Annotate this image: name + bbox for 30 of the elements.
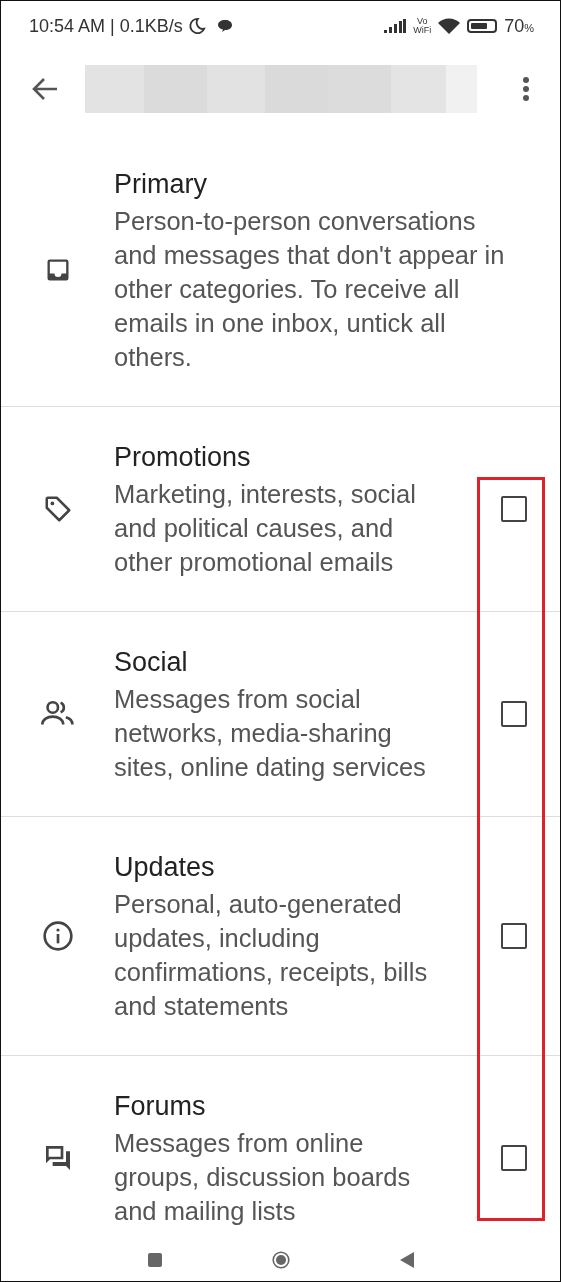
clock-time: 10:54 AM [29, 15, 106, 37]
checkbox[interactable] [501, 923, 527, 949]
checkbox[interactable] [501, 701, 527, 727]
home-button[interactable] [271, 1251, 290, 1269]
battery-percent: 70% [504, 15, 534, 37]
recents-button[interactable] [147, 1253, 162, 1267]
battery-icon [467, 19, 498, 33]
category-title: Social [114, 646, 189, 679]
category-description: Marketing, interests, social and political causes, and other promotional emails [114, 479, 417, 578]
moon-icon [187, 17, 206, 35]
info-icon [41, 920, 74, 952]
category-description: Messages from social networks, media-sharing sites, online dating services [114, 684, 427, 783]
category-title: Primary [114, 168, 208, 201]
category-description: Person-to-person conversations and messages that don't appear in other categories. To receive all emails in one inbox, untick all others. [114, 206, 506, 373]
network-speed: 0.1KB/s [119, 15, 183, 37]
category-description: Messages from online groups, discussion boards and mailing lists [114, 1128, 412, 1227]
separator-text: | [110, 15, 115, 37]
more-options-icon[interactable] [522, 75, 530, 102]
vowifi-label: Vo WiFi [413, 17, 432, 35]
chat-icon [216, 19, 233, 33]
category-title: Forums [114, 1090, 207, 1123]
category-title: Promotions [114, 441, 252, 474]
checkbox[interactable] [501, 496, 527, 522]
signal-icon [384, 19, 407, 33]
wifi-icon [438, 17, 461, 35]
category-description: Personal, auto-generated updates, including confirmations, receipts, bills and statements [114, 889, 429, 1022]
back-arrow-icon[interactable] [31, 76, 59, 101]
checkbox[interactable] [501, 1145, 527, 1171]
category-title: Updates [114, 851, 216, 884]
back-button[interactable] [399, 1252, 414, 1268]
